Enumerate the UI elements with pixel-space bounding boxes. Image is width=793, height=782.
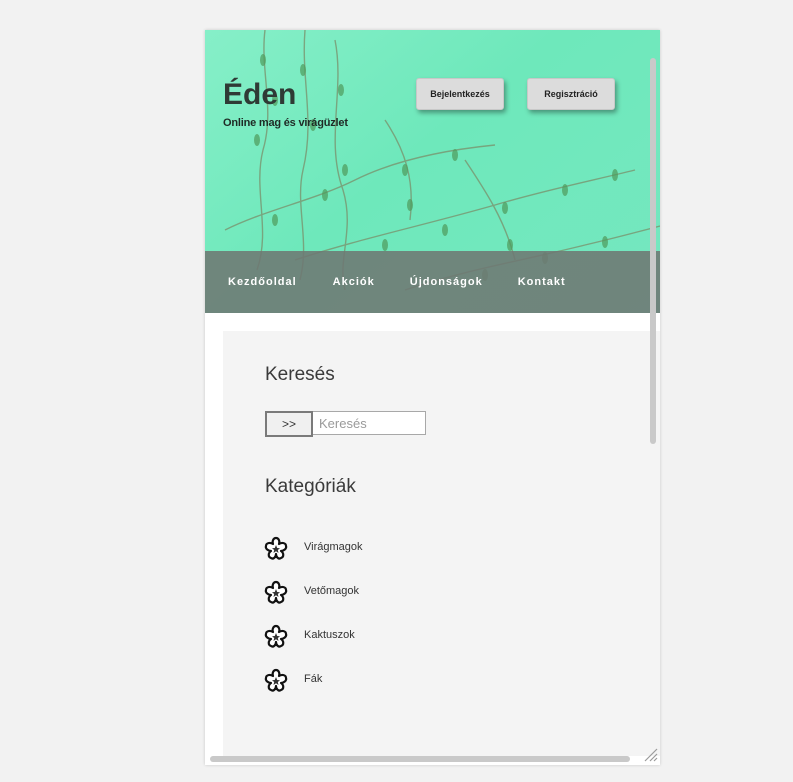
flower-icon xyxy=(264,580,288,604)
register-button[interactable]: Regisztráció xyxy=(527,78,615,110)
search-input[interactable] xyxy=(313,411,426,435)
category-item-cacti[interactable]: Kaktuszok xyxy=(263,615,363,659)
search-title: Keresés xyxy=(265,364,335,385)
site-title: Éden xyxy=(223,78,297,111)
horizontal-scrollbar[interactable] xyxy=(210,756,630,762)
sidebar-content: Keresés >> Kategóriák Virágmagok Vetőmag… xyxy=(223,331,660,756)
category-list: Virágmagok Vetőmagok Kaktuszok Fák xyxy=(263,527,363,703)
nav-item-home[interactable]: Kezdőoldal xyxy=(228,276,297,288)
category-item-trees[interactable]: Fák xyxy=(263,659,363,703)
site-header: Éden Online mag és virágüzlet Bejelentke… xyxy=(205,30,660,313)
nav-item-contact[interactable]: Kontakt xyxy=(518,276,566,288)
nav-item-new[interactable]: Újdonságok xyxy=(410,276,483,288)
site-subtitle: Online mag és virágüzlet xyxy=(223,117,348,129)
categories-title: Kategóriák xyxy=(265,476,356,497)
search-submit-button[interactable]: >> xyxy=(265,411,313,437)
flower-icon xyxy=(264,624,288,648)
search-form: >> xyxy=(265,411,426,437)
category-label: Kaktuszok xyxy=(304,629,355,641)
category-label: Vetőmagok xyxy=(304,585,360,597)
flower-icon xyxy=(264,536,288,560)
login-button[interactable]: Bejelentkezés xyxy=(416,78,504,110)
category-label: Virágmagok xyxy=(304,541,363,553)
category-item-seeds[interactable]: Vetőmagok xyxy=(263,571,363,615)
browser-frame: Éden Online mag és virágüzlet Bejelentke… xyxy=(205,30,660,765)
nav-item-sales[interactable]: Akciók xyxy=(333,276,375,288)
category-item-flower-seeds[interactable]: Virágmagok xyxy=(263,527,363,571)
main-nav: Kezdőoldal Akciók Újdonságok Kontakt xyxy=(205,251,660,313)
vertical-scrollbar[interactable] xyxy=(650,58,656,444)
resize-grip-icon[interactable] xyxy=(642,746,658,762)
flower-icon xyxy=(264,668,288,692)
category-label: Fák xyxy=(304,673,323,685)
